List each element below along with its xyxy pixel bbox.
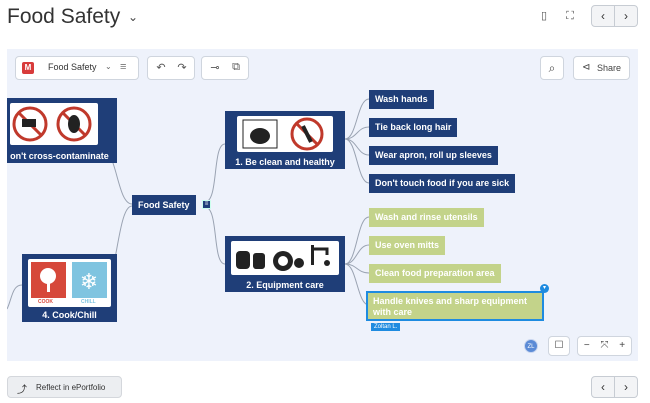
connector-offscreen	[7, 284, 23, 310]
branch-caption: 1. Be clean and healthy	[235, 157, 335, 167]
top-pager: ‹ ›	[591, 5, 638, 27]
share-button[interactable]: ⊲ Share	[573, 56, 630, 80]
zoom-controls: − ⤧ +	[577, 336, 632, 356]
fullscreen-icon[interactable]: ⛶	[562, 8, 578, 24]
mindmap-canvas[interactable]: M Food Safety ⌄ ≡ ↶ ↷ ⊸ ⧉ ⌕ ⊲ Share on't…	[7, 49, 638, 361]
connector-center-branch1	[204, 143, 226, 203]
chill-label: CHILL	[81, 299, 96, 305]
zoom-in-button[interactable]: +	[613, 337, 631, 355]
menu-icon[interactable]: ≡	[120, 61, 126, 73]
subtopic-node[interactable]: Wear apron, roll up sleeves	[369, 146, 498, 165]
selected-subtopic-node[interactable]: Handle knives and sharp equipment with c…	[366, 291, 544, 321]
cook-label: COOK	[38, 299, 53, 305]
subtopic-node[interactable]: Don't touch food if you are sick	[369, 174, 516, 193]
fit-to-screen-button[interactable]: ⤧	[596, 337, 614, 355]
insert-group: ⊸ ⧉	[201, 56, 249, 80]
document-name[interactable]: Food Safety	[48, 62, 97, 72]
connector-b1-c4	[344, 138, 370, 184]
app-logo-icon: M	[22, 62, 34, 74]
connector-b2-c2	[344, 244, 370, 265]
connector-center-branch2	[204, 206, 226, 265]
share-icon: ⊲	[582, 62, 591, 73]
prev-button[interactable]: ‹	[592, 6, 614, 26]
redo-button[interactable]: ↷	[173, 61, 191, 74]
equipment-image	[231, 241, 339, 275]
svg-text:❄: ❄	[80, 270, 98, 295]
clean-image	[237, 116, 333, 152]
branch-caption: 4. Cook/Chill	[42, 310, 97, 320]
crosscontam-image	[10, 103, 98, 145]
document-menu[interactable]: M Food Safety ⌄ ≡	[15, 56, 139, 80]
connector-b2-c1	[344, 216, 370, 265]
comment-button[interactable]: ☐	[548, 336, 570, 356]
branch-node-crosscontam[interactable]: on't cross-contaminate	[7, 98, 117, 163]
collapse-toggle-icon[interactable]: ▾	[540, 284, 549, 293]
reflect-eportfolio-button[interactable]: ⤴ Reflect in ePortfolio	[7, 376, 122, 398]
history-group: ↶ ↷	[147, 56, 195, 80]
chevron-down-icon[interactable]: ⌄	[105, 62, 112, 71]
search-button[interactable]: ⌕	[540, 56, 564, 80]
branch-caption: on't cross-contaminate	[10, 151, 109, 161]
app-page: Food Safety ⌄ ▯ ⛶ ‹ › M Food Safety ⌄ ≡ …	[0, 0, 650, 403]
cookchill-image: ❄ COOK CHILL	[28, 259, 111, 307]
reflect-icon: ⤴	[17, 385, 27, 396]
central-topic[interactable]: Food Safety	[132, 195, 196, 215]
page-title[interactable]: Food Safety	[7, 5, 120, 29]
subtopic-node[interactable]: Tie back long hair	[369, 118, 458, 137]
collaborator-tag: Zoltan L.	[371, 323, 401, 331]
no-cross-contamination-icon	[12, 106, 92, 142]
subtopic-node[interactable]: Wash hands	[369, 90, 434, 109]
subtopic-node[interactable]: Use oven mitts	[369, 236, 446, 255]
next-button[interactable]: ›	[614, 6, 637, 26]
add-child-button[interactable]: ⊸	[206, 61, 224, 74]
equipment-icon	[236, 245, 330, 271]
prev-button[interactable]: ‹	[592, 377, 614, 397]
undo-button[interactable]: ↶	[152, 61, 170, 74]
branch-node-clean[interactable]: 1. Be clean and healthy	[225, 111, 345, 169]
share-label: Share	[597, 63, 622, 73]
next-button[interactable]: ›	[614, 377, 637, 397]
avatar[interactable]: ZL	[524, 339, 538, 353]
branch-caption: 2. Equipment care	[246, 280, 324, 290]
note-icon[interactable]: ≡	[202, 200, 211, 209]
reflect-label: Reflect in ePortfolio	[36, 383, 106, 392]
zoom-out-button[interactable]: −	[578, 337, 596, 355]
bottom-pager: ‹ ›	[591, 376, 638, 398]
connector-b1-c3	[344, 138, 370, 156]
branch-node-equipment[interactable]: 2. Equipment care	[225, 236, 345, 292]
handwash-icon	[242, 117, 324, 151]
subtopic-node[interactable]: Wash and rinse utensils	[369, 208, 484, 227]
subtopic-node[interactable]: Clean food preparation area	[369, 264, 501, 283]
add-sibling-button[interactable]: ⧉	[227, 61, 245, 74]
mobile-view-icon[interactable]: ▯	[536, 8, 552, 24]
branch-node-cookchill[interactable]: ❄ COOK CHILL 4. Cook/Chill	[22, 254, 117, 322]
title-chevron-icon[interactable]: ⌄	[128, 10, 138, 24]
